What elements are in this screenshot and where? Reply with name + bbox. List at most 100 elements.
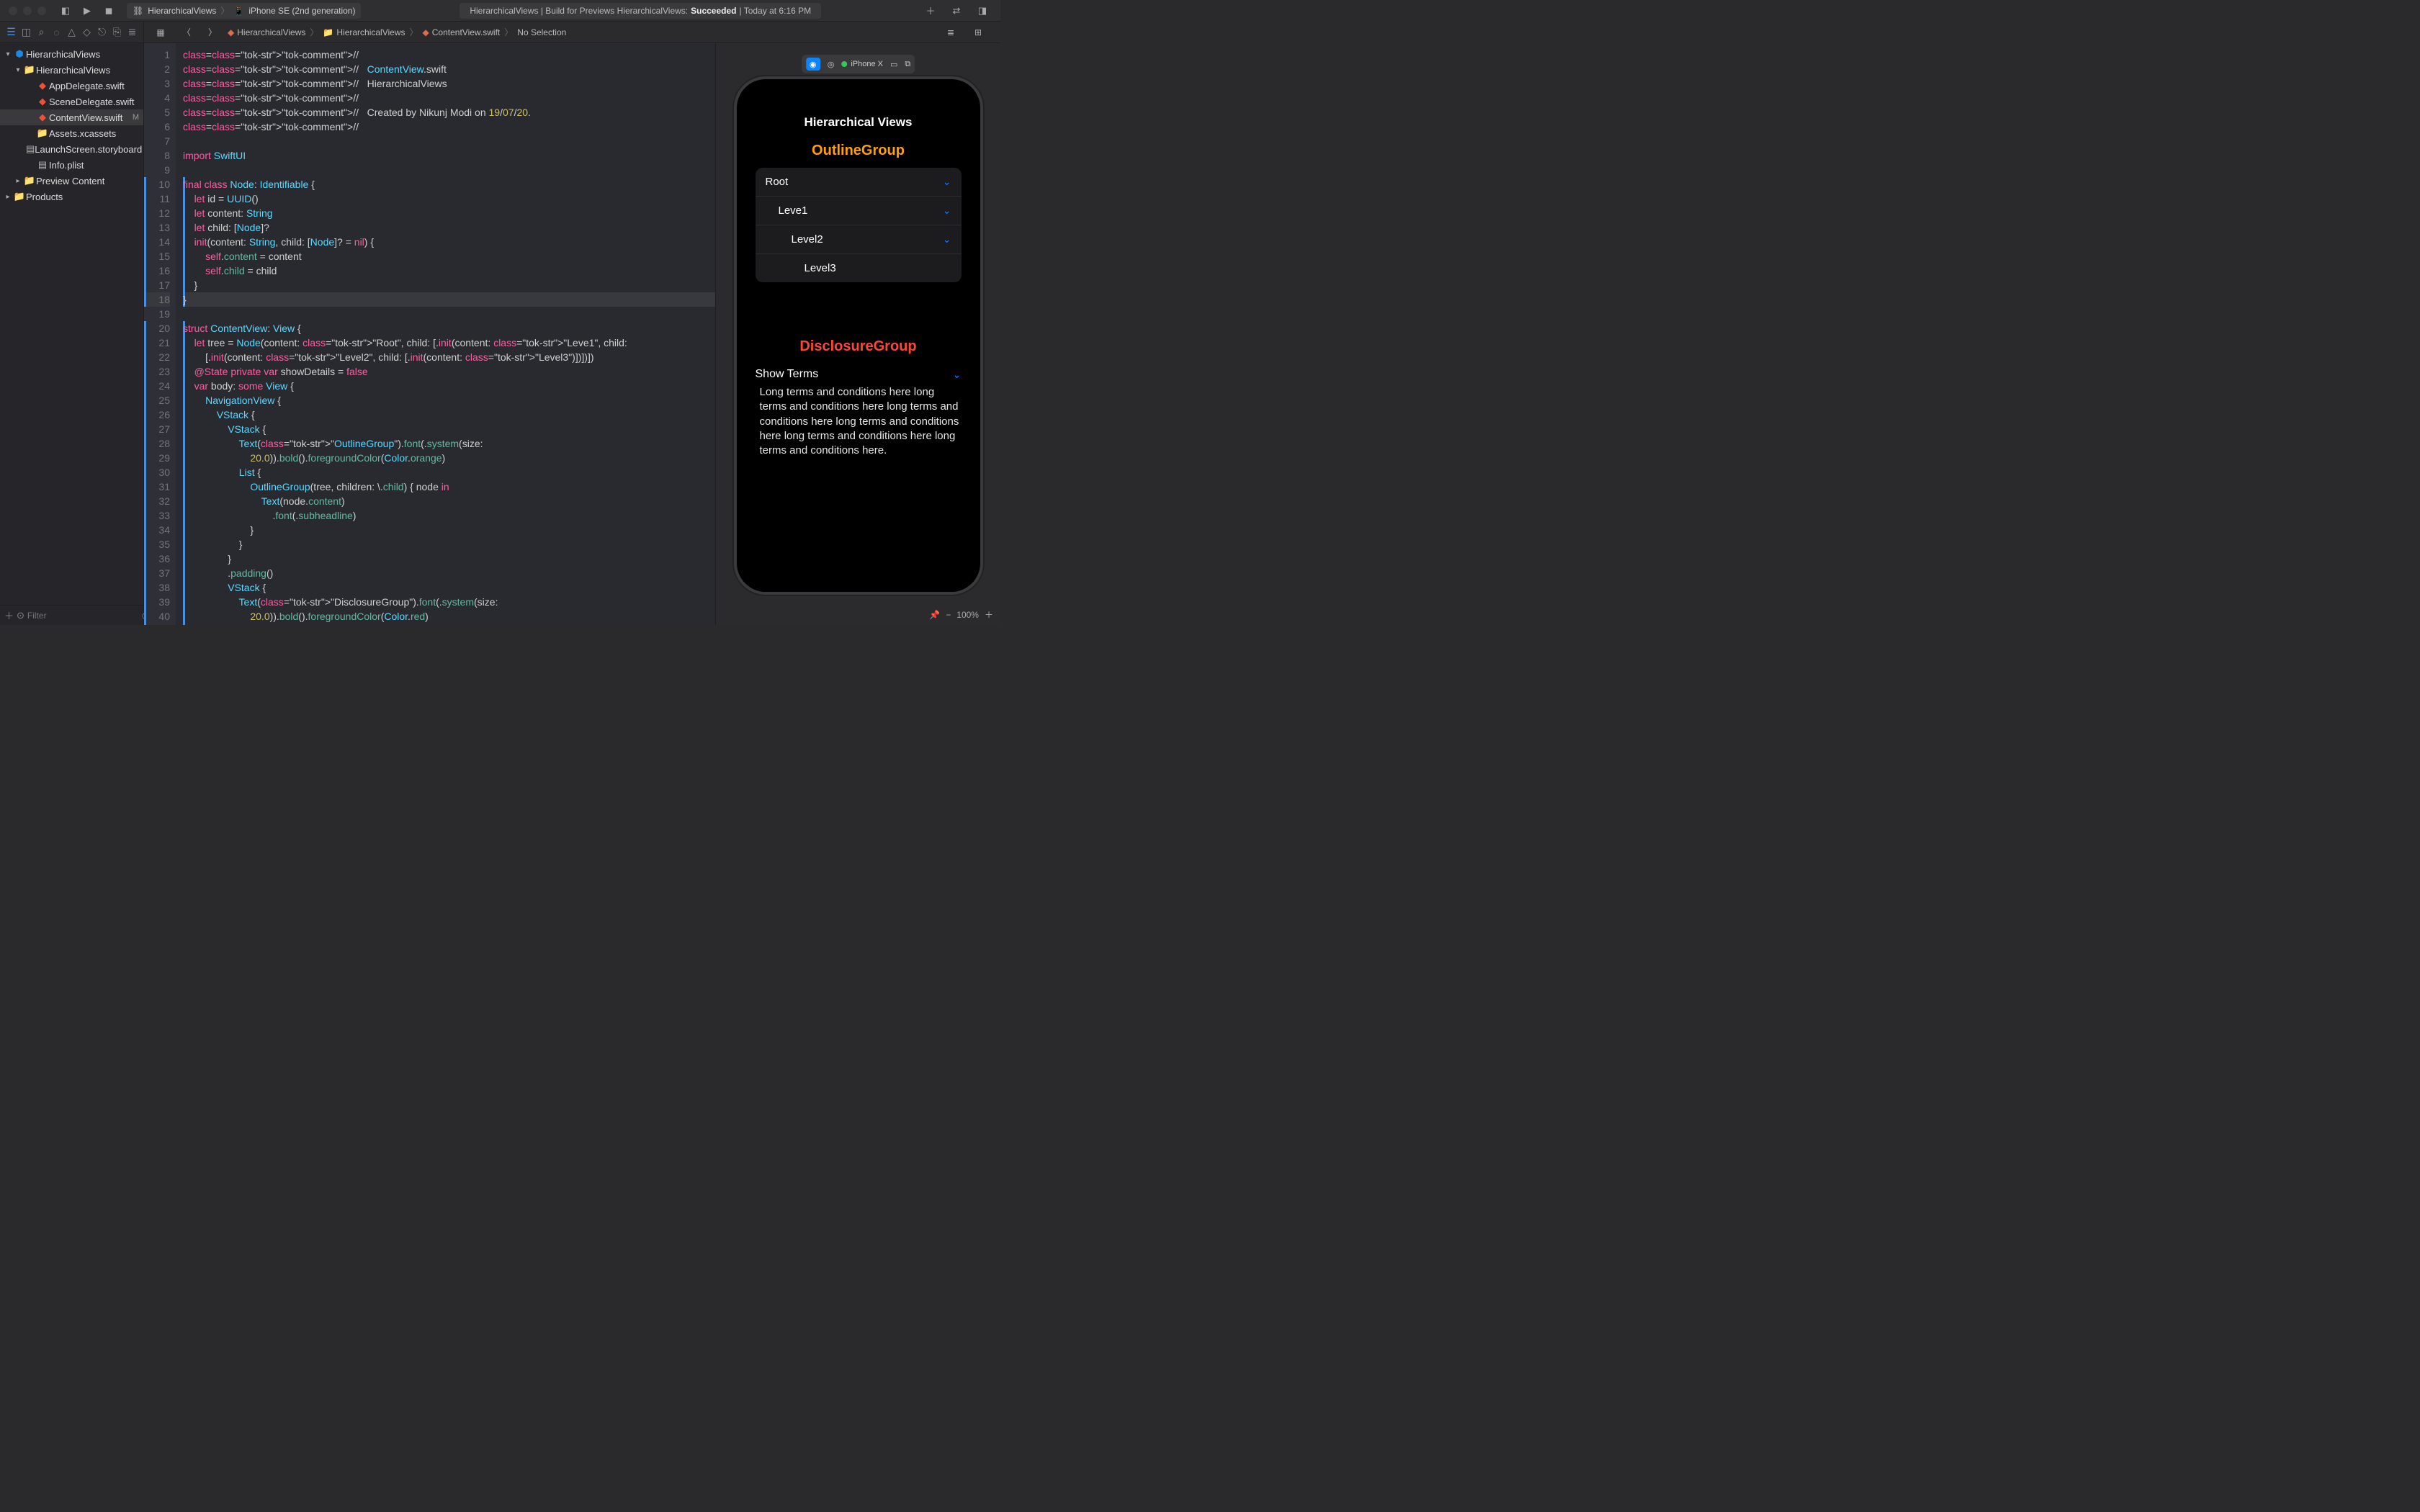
navigator-sidebar: ▾ ⬢ HierarchicalViews ▾ 📁 HierarchicalVi… xyxy=(0,43,144,625)
duplicate-preview-button[interactable]: ⧉ xyxy=(905,60,910,69)
stop-button[interactable]: ◼ xyxy=(99,3,118,19)
tree-root-label: HierarchicalViews xyxy=(26,49,100,60)
jump-bar: ▦ 〈 〉 ◆HierarchicalViews 〉 📁Hierarchical… xyxy=(144,22,1000,42)
outline-row[interactable]: Leve1⌄ xyxy=(756,197,962,225)
close-window[interactable] xyxy=(9,6,17,15)
tree-file-label: ContentView.swift xyxy=(49,112,122,123)
outline-row-label: Leve1 xyxy=(766,204,808,217)
outline-row-label: Root xyxy=(766,176,789,188)
tree-folder[interactable]: ▸ 📁 Products xyxy=(0,189,143,204)
folder-icon: 📁 xyxy=(23,64,36,76)
chevron-down-icon: ⌄ xyxy=(943,233,951,246)
outline-row[interactable]: Level3 xyxy=(756,254,962,282)
tree-group-label: HierarchicalViews xyxy=(36,65,110,76)
outline-row[interactable]: Level2⌄ xyxy=(756,225,962,254)
disclosure-header-row[interactable]: Show Terms ⌄ xyxy=(756,364,962,385)
toggle-right-panel[interactable]: ◨ xyxy=(973,3,992,19)
tree-folder-label: Products xyxy=(26,192,63,202)
device-notch xyxy=(801,79,916,96)
minimize-window[interactable] xyxy=(23,6,32,15)
status-text-left: HierarchicalViews | Build for Previews H… xyxy=(470,6,688,16)
disclosure-triangle[interactable]: ▾ xyxy=(13,66,23,74)
tree-group[interactable]: ▾ 📁 HierarchicalViews xyxy=(0,62,143,78)
scheme-device-icon: 📱 xyxy=(233,6,244,16)
preview-screen[interactable]: Hierarchical Views OutlineGroup Root⌄Lev… xyxy=(744,86,973,585)
status-result: Succeeded xyxy=(691,6,736,16)
issue-navigator-icon[interactable]: △ xyxy=(66,26,77,38)
story-file-icon: ▤ xyxy=(26,143,35,155)
scheme-selector[interactable]: ⛓ HierarchicalViews 〉 📱 iPhone SE (2nd g… xyxy=(127,3,361,19)
crumb-file[interactable]: ◆ContentView.swift xyxy=(423,27,501,37)
pin-preview-button[interactable]: 📌 xyxy=(929,610,940,620)
zoom-value: 100% xyxy=(956,610,979,620)
folder-icon: 📁 xyxy=(323,27,333,37)
crumb-folder[interactable]: 📁HierarchicalViews xyxy=(323,27,405,37)
navigator-filter-bar: ＋ ⊙ ◷ ▭ xyxy=(0,605,143,625)
filter-input[interactable] xyxy=(27,611,139,621)
code-editor[interactable]: 1234567891011121314151617181920212223242… xyxy=(144,43,715,625)
file-tree[interactable]: ▾ ⬢ HierarchicalViews ▾ 📁 HierarchicalVi… xyxy=(0,43,143,605)
run-button[interactable]: ▶ xyxy=(78,3,97,19)
nav-forward-button[interactable]: 〉 xyxy=(203,24,222,40)
device-label: iPhone X xyxy=(851,60,883,68)
tree-file-label: Info.plist xyxy=(49,160,84,171)
disclosure-header-label: Show Terms xyxy=(756,368,819,381)
activity-status[interactable]: HierarchicalViews | Build for Previews H… xyxy=(460,3,821,19)
crumb-project[interactable]: ◆HierarchicalViews xyxy=(228,27,305,37)
outline-row-label: Level3 xyxy=(766,262,836,274)
crumb-sep: 〉 xyxy=(504,26,513,38)
library-button[interactable]: ⇄ xyxy=(947,3,966,19)
related-items-button[interactable]: ▦ xyxy=(151,24,170,40)
tree-file-label: SceneDelegate.swift xyxy=(49,96,135,107)
zoom-window[interactable] xyxy=(37,6,46,15)
navigator-toolbar: ☰ ◫ ⌕ ◌ △ ◇ ⎋ ⎘ ≣ xyxy=(0,22,144,42)
outline-section-title: OutlineGroup xyxy=(744,137,973,168)
filter-icon: ⊙ xyxy=(17,610,24,621)
tree-folder[interactable]: ▸ 📁 Preview Content xyxy=(0,173,143,189)
tree-file[interactable]: ◆ SceneDelegate.swift xyxy=(0,94,143,109)
test-navigator-icon[interactable]: ◇ xyxy=(81,26,92,38)
live-preview-button[interactable]: ◉ xyxy=(806,58,820,71)
outline-row[interactable]: Root⌄ xyxy=(756,168,962,197)
crumb-symbol[interactable]: No Selection xyxy=(517,27,566,37)
device-selector[interactable]: iPhone X xyxy=(841,60,883,68)
code-content[interactable]: class=class="tok-str">"tok-comment">//cl… xyxy=(176,43,715,625)
nav-back-button[interactable]: 〈 xyxy=(177,24,196,40)
zoom-out-button[interactable]: − xyxy=(946,610,951,620)
tree-file[interactable]: 📁 Assets.xcassets xyxy=(0,125,143,141)
disclosure-body: Long terms and conditions here long term… xyxy=(756,385,962,458)
swift-file-icon: ◆ xyxy=(36,80,49,91)
tree-file[interactable]: ◆ AppDelegate.swift xyxy=(0,78,143,94)
tree-file[interactable]: ▤ Info.plist xyxy=(0,157,143,173)
tree-file[interactable]: ◆ ContentView.swift M xyxy=(0,109,143,125)
debug-navigator-icon[interactable]: ⎋ xyxy=(97,26,107,38)
find-navigator-icon[interactable]: ◌ xyxy=(51,27,62,38)
report-navigator-icon[interactable]: ≣ xyxy=(127,26,138,38)
symbol-navigator-icon[interactable]: ⌕ xyxy=(36,26,47,38)
editor-options-button[interactable]: ⊞ xyxy=(969,24,987,40)
source-control-navigator-icon[interactable]: ◫ xyxy=(21,26,32,38)
titlebar: ◧ ▶ ◼ ⛓ HierarchicalViews 〉 📱 iPhone SE … xyxy=(0,0,1000,22)
disclosure-triangle[interactable]: ▸ xyxy=(3,193,13,201)
minimap-toggle[interactable]: ≣ xyxy=(941,24,960,40)
toggle-left-panel[interactable]: ◧ xyxy=(56,3,75,19)
plist-file-icon: ▤ xyxy=(36,159,49,171)
project-navigator-icon[interactable]: ☰ xyxy=(6,26,17,38)
add-target-button[interactable]: ＋ xyxy=(4,608,14,622)
status-time: | Today at 6:16 PM xyxy=(740,6,812,16)
disclosure-triangle[interactable]: ▸ xyxy=(13,177,23,185)
disclosure-triangle[interactable]: ▾ xyxy=(3,50,13,58)
line-gutter[interactable]: 1234567891011121314151617181920212223242… xyxy=(144,43,176,625)
assets-file-icon: 📁 xyxy=(36,127,49,139)
add-editor-button[interactable]: ＋ xyxy=(921,3,940,19)
canvas-toolbar: ◉ ◎ iPhone X ▭ ⧉ xyxy=(802,55,915,73)
breakpoint-navigator-icon[interactable]: ⎘ xyxy=(112,26,122,38)
tree-folder-label: Preview Content xyxy=(36,176,104,186)
zoom-in-button[interactable]: ＋ xyxy=(985,608,993,621)
modified-badge: M xyxy=(133,113,139,122)
inspect-preview-button[interactable]: ◎ xyxy=(828,60,835,69)
tree-root[interactable]: ▾ ⬢ HierarchicalViews xyxy=(0,46,143,62)
tree-file[interactable]: ▤ LaunchScreen.storyboard xyxy=(0,141,143,157)
preview-on-device-button[interactable]: ▭ xyxy=(890,60,897,69)
outline-list[interactable]: Root⌄Leve1⌄Level2⌄Level3 xyxy=(756,168,962,282)
